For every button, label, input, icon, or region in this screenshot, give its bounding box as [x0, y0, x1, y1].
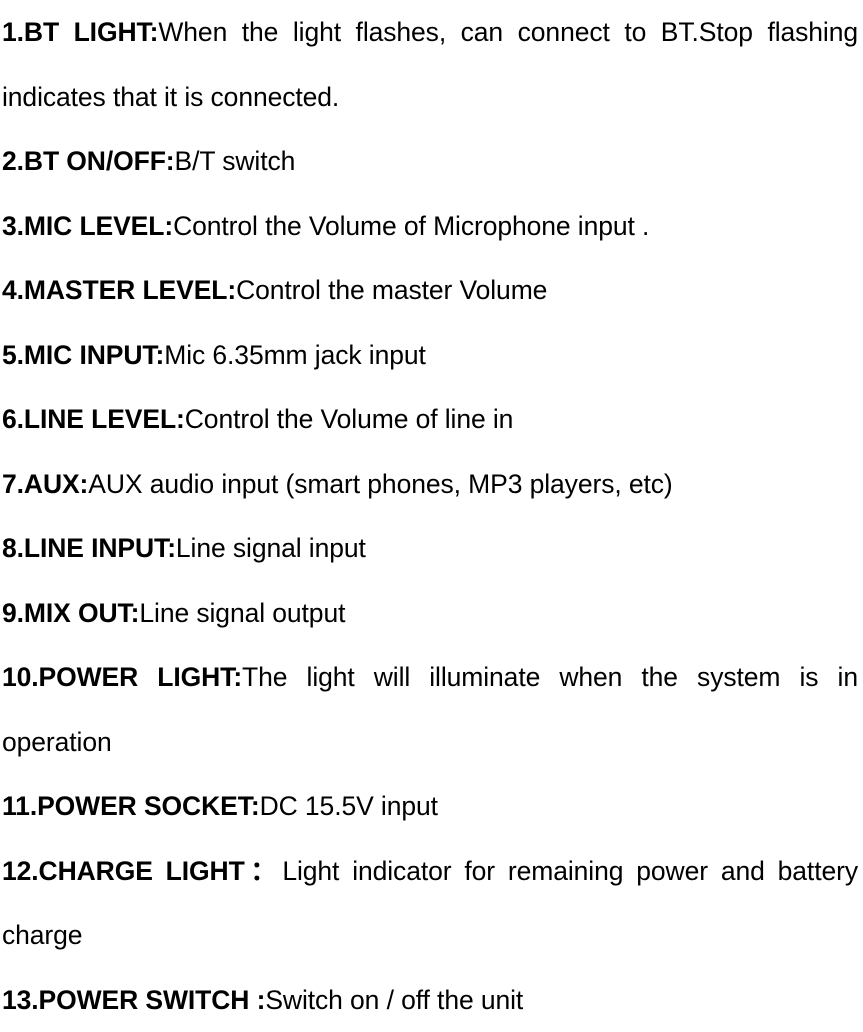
feature-description: Line signal output — [139, 598, 345, 628]
feature-list: 1.BT LIGHT:When the light flashes, can c… — [2, 0, 858, 1032]
feature-label: 6.LINE LEVEL: — [2, 404, 185, 434]
feature-item: 7.AUX:AUX audio input (smart phones, MP3… — [2, 452, 858, 517]
feature-label: 10.POWER LIGHT: — [2, 662, 242, 692]
feature-label: 7.AUX: — [2, 469, 88, 499]
feature-item: 3.MIC LEVEL:Control the Volume of Microp… — [2, 194, 858, 259]
feature-item: 1.BT LIGHT:When the light flashes, can c… — [2, 0, 858, 129]
feature-item: 8.LINE INPUT:Line signal input — [2, 516, 858, 581]
feature-item: 13.POWER SWITCH :Switch on / off the uni… — [2, 968, 858, 1032]
feature-item: 10.POWER LIGHT:The light will illuminate… — [2, 645, 858, 774]
feature-label: 9.MIX OUT: — [2, 598, 139, 628]
feature-label: 13.POWER SWITCH : — [2, 985, 265, 1015]
feature-item: 9.MIX OUT:Line signal output — [2, 581, 858, 646]
feature-item: 12.CHARGE LIGHT：Light indicator for rema… — [2, 839, 858, 968]
feature-description: Control the Volume of line in — [185, 404, 514, 434]
feature-description: B/T switch — [175, 146, 296, 176]
feature-item: 2.BT ON/OFF:B/T switch — [2, 129, 858, 194]
feature-label: 5.MIC INPUT: — [2, 340, 164, 370]
feature-label: 12.CHARGE LIGHT： — [2, 856, 282, 886]
feature-description: Mic 6.35mm jack input — [164, 340, 426, 370]
feature-label: 11.POWER SOCKET: — [2, 791, 260, 821]
feature-description: DC 15.5V input — [260, 791, 438, 821]
feature-item: 5.MIC INPUT:Mic 6.35mm jack input — [2, 323, 858, 388]
feature-description: Control the Volume of Microphone input . — [173, 211, 649, 241]
feature-description: Switch on / off the unit — [265, 985, 523, 1015]
feature-label: 1.BT LIGHT: — [2, 17, 158, 47]
feature-label: 4.MASTER LEVEL: — [2, 275, 236, 305]
feature-item: 6.LINE LEVEL:Control the Volume of line … — [2, 387, 858, 452]
feature-label: 8.LINE INPUT: — [2, 533, 176, 563]
feature-item: 4.MASTER LEVEL:Control the master Volume — [2, 258, 858, 323]
feature-label: 3.MIC LEVEL: — [2, 211, 173, 241]
feature-description: Line signal input — [176, 533, 366, 563]
feature-label: 2.BT ON/OFF: — [2, 146, 175, 176]
document-page: 1.BT LIGHT:When the light flashes, can c… — [0, 0, 863, 999]
feature-description: Control the master Volume — [236, 275, 547, 305]
feature-description: AUX audio input (smart phones, MP3 playe… — [88, 469, 672, 499]
feature-item: 11.POWER SOCKET:DC 15.5V input — [2, 774, 858, 839]
